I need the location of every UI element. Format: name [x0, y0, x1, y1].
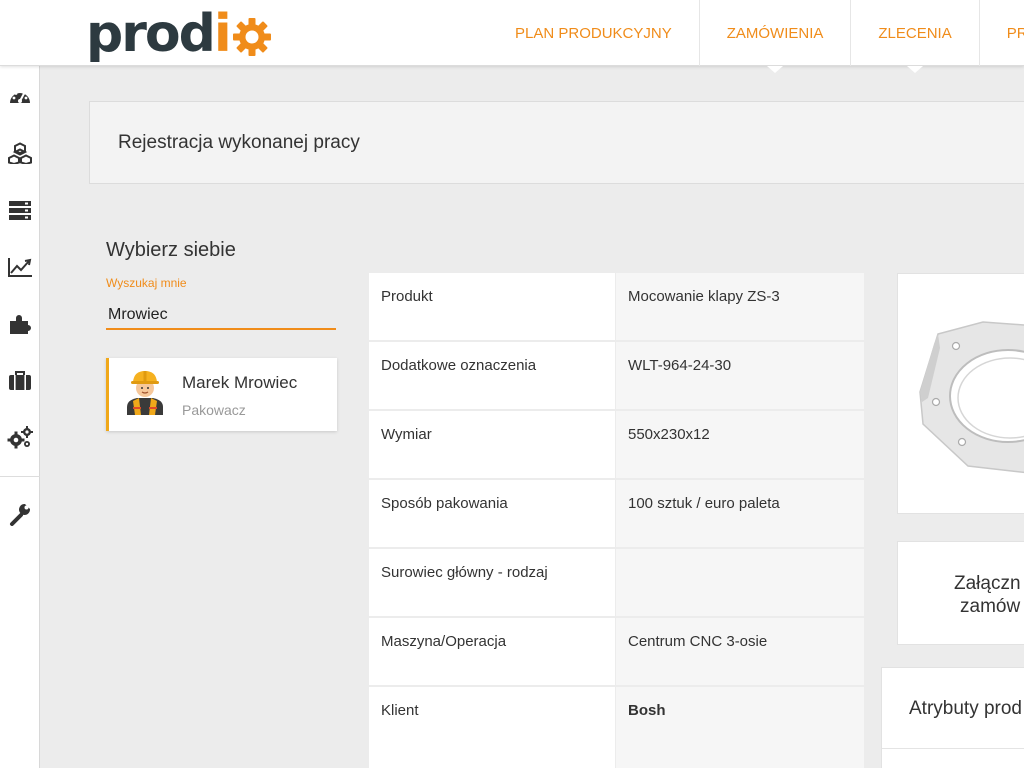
attributes-divider — [882, 748, 1024, 749]
detail-row: Maszyna/Operacja Centrum CNC 3-osie — [369, 618, 864, 685]
detail-row: Wymiar 550x230x12 — [369, 411, 864, 478]
worker-avatar-icon — [127, 371, 163, 415]
top-bar: prodi PLAN PRODUKCYJNY ZAMÓWIENIA ZLECEN… — [0, 0, 1024, 73]
page-title: Rejestracja wykonanej pracy — [118, 132, 360, 153]
detail-value: Centrum CNC 3-osie — [616, 618, 864, 685]
logo-text: prodi — [86, 8, 232, 60]
detail-row: Klient Bosh — [369, 687, 864, 768]
detail-value — [616, 549, 864, 616]
nav-plan-produkcyjny[interactable]: PLAN PRODUKCYJNY — [488, 0, 700, 66]
detail-value: WLT-964-24-30 — [616, 342, 864, 409]
detail-label: Surowiec główny - rodzaj — [369, 549, 615, 616]
nav-pro[interactable]: PRO — [980, 0, 1024, 66]
nav-label: PLAN PRODUKCYJNY — [515, 24, 672, 42]
worker-card[interactable]: Marek Mrowiec Pakowacz — [106, 358, 337, 431]
gears-icon — [7, 426, 33, 449]
attachments-title-line1: Załączn — [954, 573, 1021, 594]
worker-select-title: Wybierz siebie — [106, 239, 236, 261]
detail-row: Surowiec główny - rodzaj — [369, 549, 864, 616]
briefcase-icon — [9, 371, 31, 390]
detail-label: Maszyna/Operacja — [369, 618, 615, 685]
nav-caret — [767, 66, 784, 73]
detail-value: Bosh — [616, 687, 864, 768]
cubes-icon — [8, 142, 32, 164]
worker-name: Marek Mrowiec — [182, 373, 298, 392]
attachments-title-line2: zamów — [960, 596, 1021, 617]
attachments-title: Załączn zamów — [954, 572, 1021, 618]
product-attributes-card: Atrybuty prod — [881, 667, 1024, 768]
main-content: Rejestracja wykonanej pracy Wybierz sieb… — [55, 66, 1024, 768]
sidebar — [0, 66, 40, 768]
worker-search-input[interactable] — [106, 302, 336, 330]
detail-label: Wymiar — [369, 411, 615, 478]
nav-label: PRO — [1006, 24, 1024, 42]
sidebar-item-reports[interactable] — [0, 247, 40, 287]
attributes-title: Atrybuty prod — [909, 698, 1022, 719]
sidebar-item-products[interactable] — [0, 133, 40, 173]
detail-value: 100 sztuk / euro paleta — [616, 480, 864, 547]
sidebar-item-tools[interactable] — [0, 494, 40, 534]
nav-zlecenia[interactable]: ZLECENIA — [851, 0, 980, 73]
page-header: Rejestracja wykonanej pracy — [89, 101, 1024, 184]
detail-label: Klient — [369, 687, 615, 768]
detail-label: Produkt — [369, 273, 615, 340]
sidebar-item-orders[interactable] — [0, 361, 40, 401]
nav-caret — [907, 66, 924, 73]
detail-row: Produkt Mocowanie klapy ZS-3 — [369, 273, 864, 340]
order-attachments-card[interactable]: Załączn zamów — [897, 541, 1024, 645]
sidebar-item-dashboard[interactable] — [0, 76, 40, 116]
gear-logo-icon — [232, 18, 271, 56]
sidebar-item-resources[interactable] — [0, 190, 40, 230]
search-label: Wyszukaj mnie — [106, 276, 187, 290]
sidebar-item-integrations[interactable] — [0, 304, 40, 344]
sidebar-divider — [0, 476, 40, 477]
logo-text-part2: i — [213, 4, 232, 64]
product-image-card[interactable] — [897, 273, 1024, 514]
wrench-icon — [10, 504, 30, 526]
prodio-logo[interactable]: prodi — [86, 6, 273, 62]
detail-value: 550x230x12 — [616, 411, 864, 478]
detail-row: Sposób pakowania 100 sztuk / euro paleta — [369, 480, 864, 547]
chart-line-icon — [8, 258, 32, 277]
puzzle-icon — [10, 315, 31, 334]
sidebar-item-settings[interactable] — [0, 418, 40, 458]
nav-label: ZLECENIA — [878, 24, 952, 42]
product-image — [919, 321, 1024, 474]
worker-role: Pakowacz — [182, 402, 246, 418]
nav-label: ZAMÓWIENIA — [726, 24, 824, 42]
main-nav: PLAN PRODUKCYJNY ZAMÓWIENIA ZLECENIA PRO — [488, 0, 1024, 73]
detail-value: Mocowanie klapy ZS-3 — [616, 273, 864, 340]
server-icon — [9, 201, 31, 220]
detail-row: Dodatkowe oznaczenia WLT-964-24-30 — [369, 342, 864, 409]
detail-label: Sposób pakowania — [369, 480, 615, 547]
detail-label: Dodatkowe oznaczenia — [369, 342, 615, 409]
dashboard-icon — [10, 90, 30, 103]
nav-zamowienia[interactable]: ZAMÓWIENIA — [700, 0, 852, 73]
logo-text-part1: prod — [86, 4, 216, 64]
